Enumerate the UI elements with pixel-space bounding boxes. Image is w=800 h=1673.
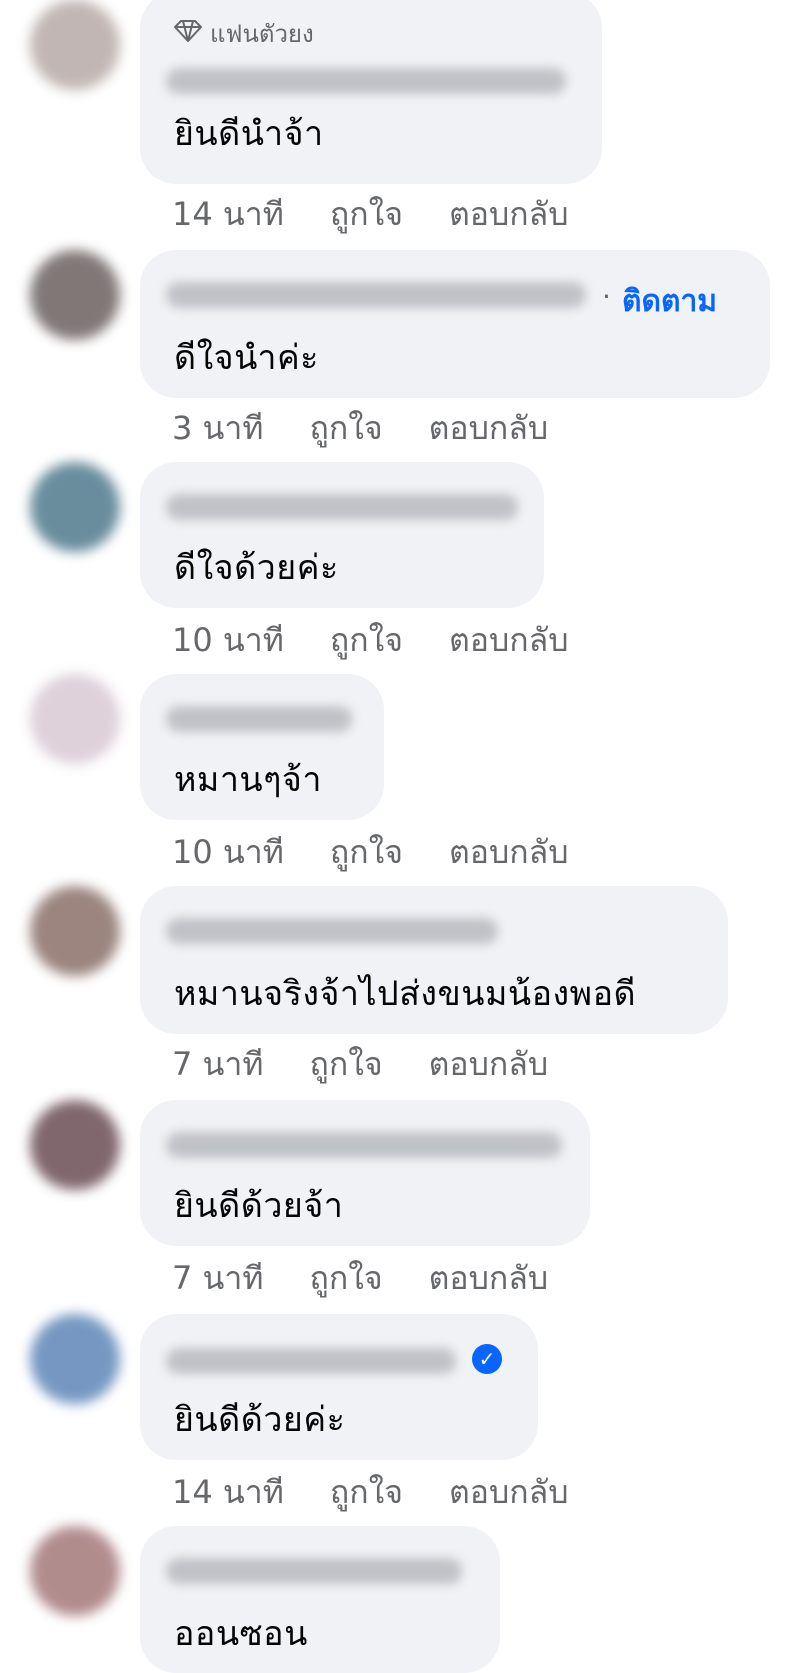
author-name[interactable] <box>166 918 498 944</box>
comment-bubble: ยินดีด้วยจ้า <box>140 1100 590 1246</box>
comment-text: ยินดีด้วยค่ะ <box>174 1400 346 1440</box>
reply-button[interactable]: ตอบกลับ <box>429 403 549 454</box>
like-button[interactable]: ถูกใจ <box>309 403 382 454</box>
avatar[interactable] <box>30 0 120 90</box>
comment-time[interactable]: 10 นาที <box>172 827 284 878</box>
comment-bubble: ออนซอน <box>140 1526 500 1673</box>
reply-button[interactable]: ตอบกลับ <box>449 615 569 666</box>
comment-actions: 7 นาที ถูกใจ ตอบกลับ <box>172 1258 548 1298</box>
avatar[interactable] <box>30 462 120 552</box>
avatar[interactable] <box>30 1314 120 1404</box>
verified-badge-icon: ✓ <box>472 1344 502 1374</box>
comment-text: หมานๆจ้า <box>174 760 322 800</box>
like-button[interactable]: ถูกใจ <box>309 1039 382 1090</box>
comment-bubble: แฟนตัวยง ยินดีนำจ้า <box>140 0 602 184</box>
like-button[interactable]: ถูกใจ <box>330 1467 403 1518</box>
comment-bubble: หมานๆจ้า <box>140 674 384 820</box>
comment-time[interactable]: 14 นาที <box>172 189 284 240</box>
author-name[interactable] <box>166 1348 456 1374</box>
avatar[interactable] <box>30 250 120 340</box>
author-name[interactable] <box>166 68 566 94</box>
comment-time[interactable]: 7 นาที <box>172 1253 263 1304</box>
like-button[interactable]: ถูกใจ <box>330 189 403 240</box>
reply-button[interactable]: ตอบกลับ <box>449 1467 569 1518</box>
reply-button[interactable]: ตอบกลับ <box>449 827 569 878</box>
comment-bubble: ดีใจด้วยค่ะ <box>140 462 544 608</box>
author-name[interactable] <box>166 1558 462 1584</box>
comment-actions: 14 นาที ถูกใจ ตอบกลับ <box>172 1472 569 1512</box>
author-name[interactable] <box>166 494 518 520</box>
like-button[interactable]: ถูกใจ <box>309 1253 382 1304</box>
separator-dot: · <box>602 280 611 313</box>
avatar[interactable] <box>30 674 120 764</box>
comment-actions: 10 นาที ถูกใจ ตอบกลับ <box>172 620 569 660</box>
avatar[interactable] <box>30 1526 120 1616</box>
avatar[interactable] <box>30 1100 120 1190</box>
comment-time[interactable]: 7 นาที <box>172 1039 263 1090</box>
follow-link[interactable]: ติดตาม <box>622 278 717 325</box>
like-button[interactable]: ถูกใจ <box>330 827 403 878</box>
author-name[interactable] <box>166 1132 562 1158</box>
comment-actions: 10 นาที ถูกใจ ตอบกลับ <box>172 832 569 872</box>
author-name[interactable] <box>166 282 586 308</box>
comment-text: ออนซอน <box>174 1614 308 1654</box>
comment-text: ดีใจด้วยค่ะ <box>174 548 339 588</box>
comment-time[interactable]: 10 นาที <box>172 615 284 666</box>
comment-text: ยินดีนำจ้า <box>174 114 324 154</box>
comment-time[interactable]: 14 นาที <box>172 1467 284 1518</box>
comment-time[interactable]: 3 นาที <box>172 403 263 454</box>
comment-text: ดีใจนำค่ะ <box>174 338 319 378</box>
comment-actions: 7 นาที ถูกใจ ตอบกลับ <box>172 1044 548 1084</box>
avatar[interactable] <box>30 886 120 976</box>
badge-label: แฟนตัวยง <box>210 20 314 48</box>
comment-bubble: · ติดตาม ดีใจนำค่ะ <box>140 250 770 398</box>
like-button[interactable]: ถูกใจ <box>330 615 403 666</box>
reply-button[interactable]: ตอบกลับ <box>429 1253 549 1304</box>
comment-text: ยินดีด้วยจ้า <box>174 1186 344 1226</box>
diamond-icon <box>173 19 203 48</box>
top-fan-badge: แฟนตัวยง <box>173 14 314 53</box>
comment-bubble: ✓ ยินดีด้วยค่ะ <box>140 1314 538 1460</box>
comment-bubble: หมานจริงจ้าไปส่งขนมน้องพอดี <box>140 886 728 1034</box>
reply-button[interactable]: ตอบกลับ <box>429 1039 549 1090</box>
comment-text: หมานจริงจ้าไปส่งขนมน้องพอดี <box>174 974 637 1014</box>
comment-actions: 3 นาที ถูกใจ ตอบกลับ <box>172 408 548 448</box>
author-name[interactable] <box>166 706 352 732</box>
reply-button[interactable]: ตอบกลับ <box>449 189 569 240</box>
comment-actions: 14 นาที ถูกใจ ตอบกลับ <box>172 194 569 234</box>
